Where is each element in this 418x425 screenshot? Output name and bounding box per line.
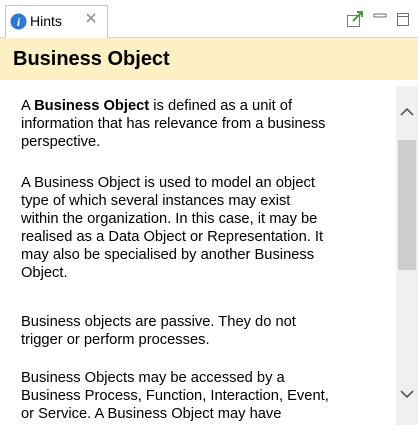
view-tab-bar: i Hints <box>0 0 418 38</box>
text-fragment: is defined as a unit of <box>149 98 293 114</box>
text-line: A Business Object is used to model an ob… <box>21 175 315 191</box>
text-fragment: A <box>21 98 35 114</box>
minimize-icon[interactable] <box>370 9 390 29</box>
page-title: Business Object <box>13 48 170 70</box>
text-line: trigger or perform processes. <box>21 332 210 348</box>
chevron-up-icon[interactable] <box>398 104 416 120</box>
paragraph-definition: A Business Object is defined as a unit o… <box>21 97 393 151</box>
link-with-editor-icon[interactable] <box>345 9 365 29</box>
tab-label: Hints <box>30 13 62 29</box>
paragraph-usage: A Business Object is used to model an ob… <box>21 174 393 282</box>
chevron-down-icon[interactable] <box>398 386 416 402</box>
term-business-object: Business Object <box>34 98 150 114</box>
text-line: may also be specialised by another Busin… <box>21 247 315 263</box>
text-line: realised as a Data Object or Representat… <box>21 229 324 245</box>
scrollbar-thumb[interactable] <box>398 140 416 270</box>
tab-hints[interactable]: i Hints <box>5 5 108 38</box>
hint-header: Business Object <box>0 38 418 80</box>
paragraph-access: Business Objects may be accessed by a Bu… <box>21 369 393 423</box>
text-line: Business objects are passive. They do no… <box>21 314 296 330</box>
text-line: perspective. <box>21 134 101 150</box>
text-line: Object. <box>21 265 68 281</box>
text-line: Business Objects may be accessed by a <box>21 370 285 386</box>
text-line: or Service. A Business Object may have <box>21 406 282 422</box>
hint-content: A Business Object is defined as a unit o… <box>0 80 395 425</box>
text-line: within the organization. In this case, i… <box>21 211 318 227</box>
text-line: Business Process, Function, Interaction,… <box>21 388 329 404</box>
close-icon[interactable] <box>84 11 98 25</box>
text-line: type of which several instances may exis… <box>21 193 291 209</box>
text-line: information that has relevance from a bu… <box>21 116 326 132</box>
paragraph-passive: Business objects are passive. They do no… <box>21 313 393 349</box>
maximize-icon[interactable] <box>393 9 413 29</box>
info-icon: i <box>10 13 27 30</box>
